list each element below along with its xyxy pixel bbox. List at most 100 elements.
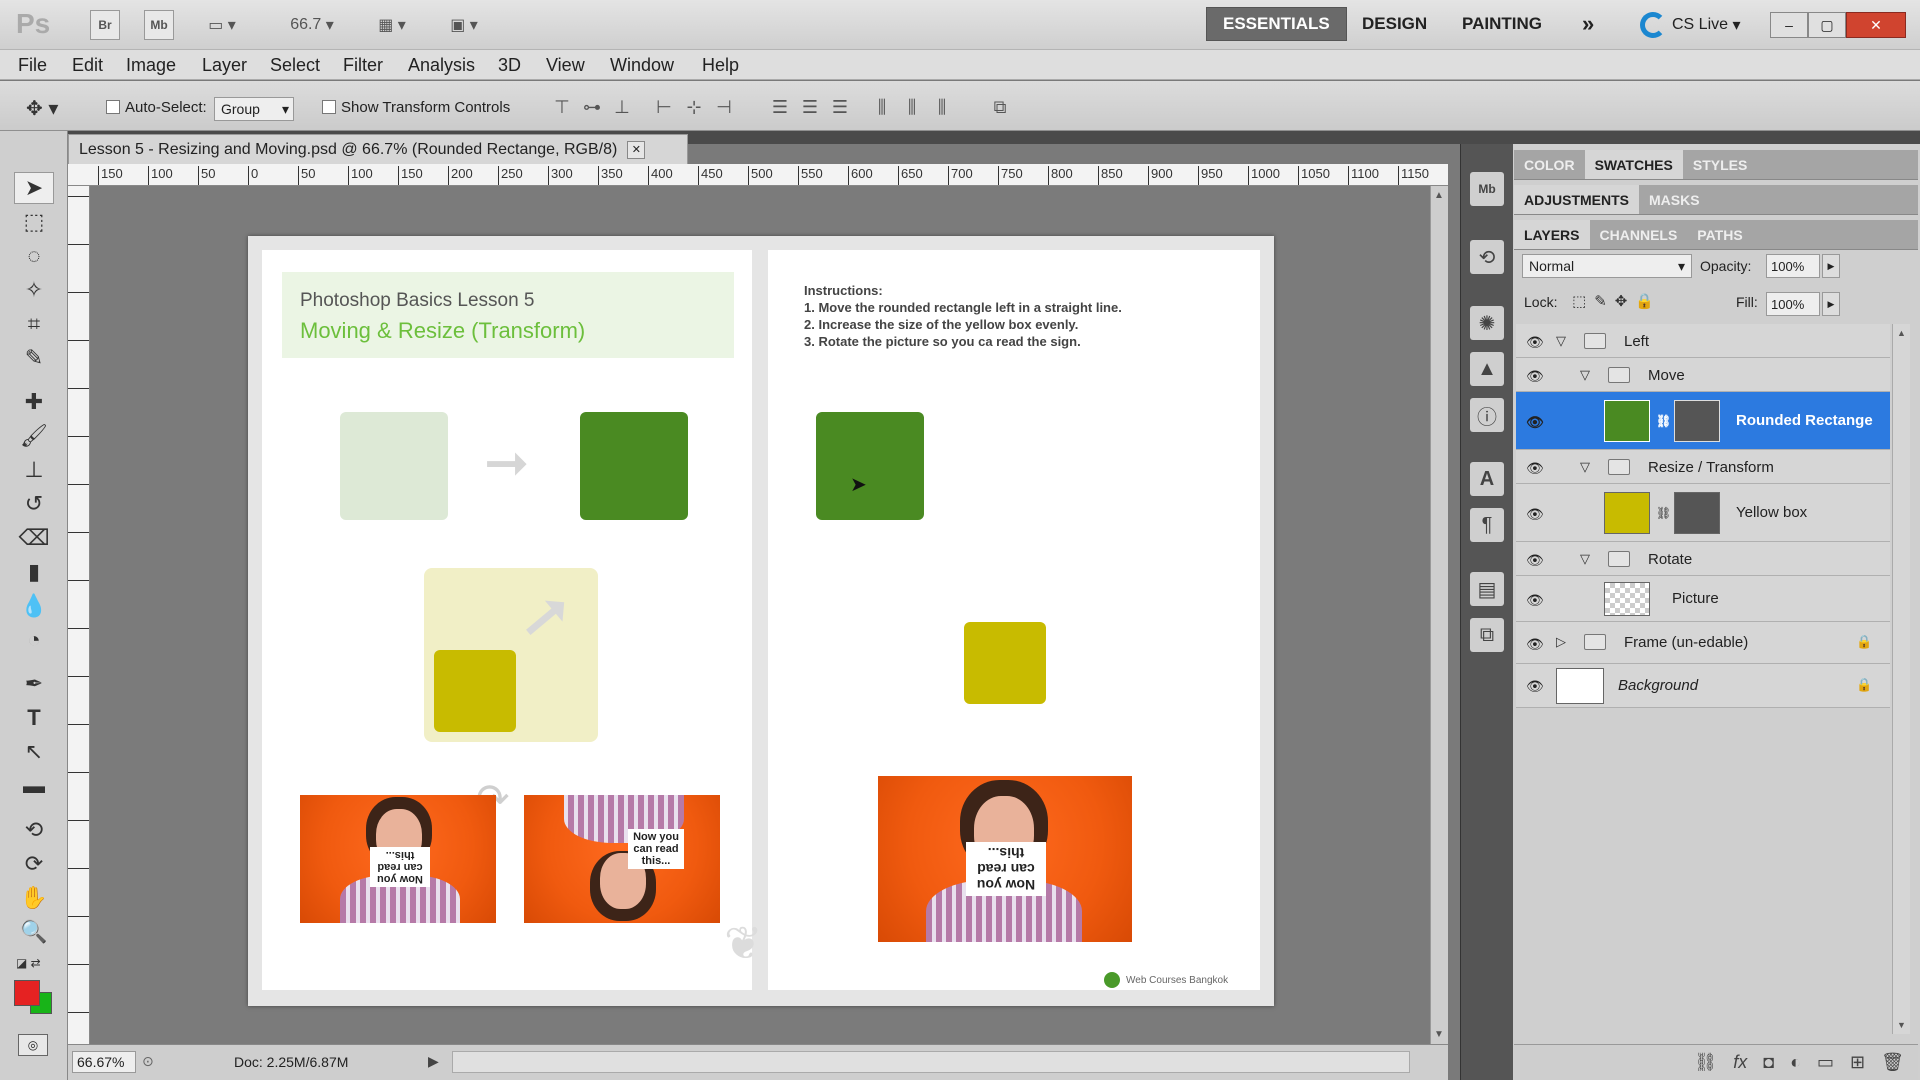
menu-layer[interactable]: Layer <box>202 50 247 80</box>
expand-triangle-icon[interactable]: ▽ <box>1580 459 1590 475</box>
link-layers-icon[interactable]: ⛓ <box>1694 1052 1717 1073</box>
new-group-icon[interactable]: ▭ <box>1817 1052 1834 1073</box>
lasso-tool[interactable]: ◌ <box>14 240 54 272</box>
opacity-slider-button[interactable]: ▶ <box>1822 254 1840 278</box>
layer-style-icon[interactable]: fx <box>1733 1052 1747 1073</box>
pen-tool[interactable]: ✒ <box>14 668 54 700</box>
align-hcenter-button[interactable]: ⊹ <box>682 95 706 119</box>
brush-presets-panel-icon[interactable]: ✺ <box>1470 306 1504 340</box>
zoom-level-dropdown[interactable]: 66.7 ▾ <box>282 10 342 40</box>
rounded-rectangle-layer[interactable] <box>816 412 924 520</box>
layer-row-background[interactable]: 👁 Background 🔒 <box>1516 664 1890 708</box>
expand-triangle-icon[interactable]: ▽ <box>1580 551 1590 567</box>
minimize-button[interactable]: – <box>1770 12 1808 38</box>
marquee-tool[interactable]: ⬚ <box>14 206 54 238</box>
menu-analysis[interactable]: Analysis <box>408 50 475 80</box>
3d-orbit-tool[interactable]: ⟳ <box>14 848 54 880</box>
tab-swatches[interactable]: SWATCHES <box>1584 150 1683 179</box>
document-canvas[interactable]: Photoshop Basics Lesson 5 Moving & Resiz… <box>248 236 1274 1006</box>
horizontal-scrollbar[interactable] <box>452 1051 1410 1073</box>
align-top-button[interactable]: ⊤ <box>550 95 574 119</box>
mini-bridge-panel-icon[interactable]: Mb <box>1470 172 1504 206</box>
layer-row-frame[interactable]: 👁 ▷ Frame (un-edable) 🔒 <box>1516 622 1890 664</box>
auto-select-checkbox[interactable] <box>106 100 120 114</box>
auto-align-button[interactable]: ⧉ <box>988 95 1012 119</box>
dodge-tool[interactable]: ◔ <box>14 624 54 656</box>
healing-brush-tool[interactable]: ✚ <box>14 386 54 418</box>
eye-icon[interactable]: 👁 <box>1526 592 1546 608</box>
distribute-top-button[interactable]: ☰ <box>768 95 792 119</box>
menu-select[interactable]: Select <box>270 50 320 80</box>
distribute-bottom-button[interactable]: ☰ <box>828 95 852 119</box>
tab-adjustments[interactable]: ADJUSTMENTS <box>1514 185 1640 214</box>
vertical-scrollbar[interactable]: ▲ ▼ <box>1430 186 1448 1044</box>
menu-3d[interactable]: 3D <box>498 50 521 80</box>
history-brush-tool[interactable]: ↺ <box>14 488 54 520</box>
tab-channels[interactable]: CHANNELS <box>1590 220 1688 249</box>
close-window-button[interactable]: ✕ <box>1846 12 1906 38</box>
3d-rotate-tool[interactable]: ⟲ <box>14 814 54 846</box>
collapse-triangle-icon[interactable]: ▷ <box>1556 634 1566 650</box>
zoom-tool[interactable]: 🔍 <box>14 916 54 948</box>
fill-slider-button[interactable]: ▶ <box>1822 292 1840 316</box>
hand-tool[interactable]: ✋ <box>14 882 54 914</box>
status-menu-arrow-icon[interactable]: ▶ <box>428 1053 439 1070</box>
scroll-up-icon[interactable]: ▲ <box>1434 190 1444 201</box>
fill-field[interactable]: 100% <box>1766 292 1820 316</box>
clone-stamp-tool[interactable]: ⊥ <box>14 454 54 486</box>
history-panel-icon[interactable]: ⟲ <box>1470 240 1504 274</box>
arrange-documents-button[interactable]: ▦ ▾ <box>368 10 416 40</box>
menu-view[interactable]: View <box>546 50 585 80</box>
more-workspaces-button[interactable]: » <box>1566 7 1610 41</box>
new-layer-icon[interactable]: ⊞ <box>1850 1052 1865 1073</box>
quick-mask-button[interactable]: ◎ <box>18 1034 48 1056</box>
yellow-box-layer[interactable] <box>964 622 1046 704</box>
distribute-right-button[interactable]: ⫼ <box>930 95 954 119</box>
workspace-essentials[interactable]: ESSENTIALS <box>1206 7 1347 41</box>
eye-icon[interactable]: 👁 <box>1526 506 1546 522</box>
quick-selection-tool[interactable]: ✧ <box>14 274 54 306</box>
add-mask-icon[interactable]: ◘ <box>1763 1052 1774 1073</box>
layer-row-move-group[interactable]: 👁 ▽ Move <box>1516 358 1890 392</box>
view-extras-button[interactable]: ▭ ▾ <box>198 10 246 40</box>
menu-filter[interactable]: Filter <box>343 50 383 80</box>
lock-transparent-icon[interactable]: ⬚ <box>1572 293 1594 310</box>
notes-panel-icon[interactable]: ▤ <box>1470 572 1504 606</box>
menu-window[interactable]: Window <box>610 50 674 80</box>
blur-tool[interactable]: 💧 <box>14 590 54 622</box>
document-tab[interactable]: Lesson 5 - Resizing and Moving.psd @ 66.… <box>68 134 688 164</box>
expand-triangle-icon[interactable]: ▽ <box>1556 333 1566 349</box>
menu-file[interactable]: File <box>18 50 47 80</box>
layer-row-rotate-group[interactable]: 👁 ▽ Rotate <box>1516 542 1890 576</box>
tab-styles[interactable]: STYLES <box>1683 150 1757 179</box>
layer-row-rounded-rectange[interactable]: 👁 ⛓ Rounded Rectange <box>1516 392 1890 450</box>
path-selection-tool[interactable]: ↖ <box>14 736 54 768</box>
status-info-icon[interactable]: ⊙ <box>142 1053 154 1070</box>
scroll-down-icon[interactable]: ▼ <box>1897 1020 1906 1030</box>
move-tool[interactable]: ➤ <box>14 172 54 204</box>
eye-icon[interactable]: 👁 <box>1526 414 1546 430</box>
status-zoom-field[interactable]: 66.67% <box>72 1051 136 1073</box>
bridge-button[interactable]: Br <box>90 10 120 40</box>
opacity-field[interactable]: 100% <box>1766 254 1820 278</box>
tab-color[interactable]: COLOR <box>1514 150 1585 179</box>
clone-source-panel-icon[interactable]: ⧉ <box>1470 618 1504 652</box>
crop-tool[interactable]: ⌗ <box>14 308 54 340</box>
blend-mode-dropdown[interactable]: Normal ▾ <box>1522 254 1692 278</box>
close-document-icon[interactable]: ✕ <box>627 140 646 159</box>
eyedropper-tool[interactable]: ✎ <box>14 342 54 374</box>
eye-icon[interactable]: 👁 <box>1526 636 1546 652</box>
layers-scrollbar[interactable]: ▲ ▼ <box>1892 324 1910 1034</box>
foreground-color-swatch[interactable] <box>14 980 40 1006</box>
eye-icon[interactable]: 👁 <box>1526 460 1546 476</box>
cs-live-button[interactable]: CS Live ▾ <box>1640 10 1741 40</box>
lock-position-icon[interactable]: ✥ <box>1615 293 1636 310</box>
distribute-hcenter-button[interactable]: ⫼ <box>900 95 924 119</box>
layer-row-left-group[interactable]: 👁 ▽ Left <box>1516 324 1890 358</box>
shape-tool[interactable]: ▬ <box>14 770 54 802</box>
paragraph-panel-icon[interactable]: ¶ <box>1470 508 1504 542</box>
show-transform-checkbox[interactable] <box>322 100 336 114</box>
menu-image[interactable]: Image <box>126 50 176 80</box>
navigator-panel-icon[interactable]: ▲ <box>1470 352 1504 386</box>
character-panel-icon[interactable]: A <box>1470 462 1504 496</box>
